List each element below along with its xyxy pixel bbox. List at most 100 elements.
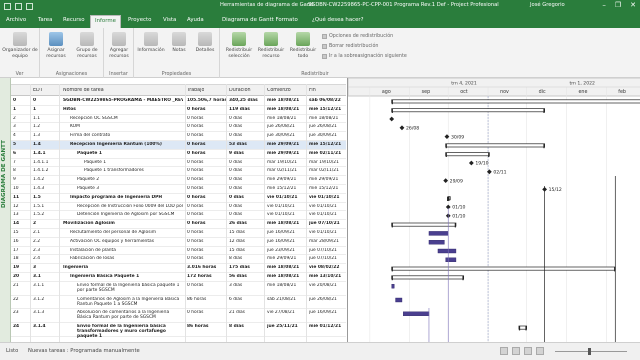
table-row[interactable]: 3 1.2 KOM 0 horas 0 días jue 26/08/21 jue 26/0…	[11, 123, 346, 133]
row-task-name[interactable]: Recepción Ingeniería Rantum (100%)	[70, 142, 183, 147]
row-id[interactable]: 1	[13, 107, 29, 112]
row-finish[interactable]: mié 02/11/21	[309, 151, 346, 156]
row-task-name[interactable]: Envío formal de la Ingeniería básica tra…	[77, 324, 183, 339]
row-finish[interactable]: vie 08/02/22	[309, 265, 346, 270]
resource-pool-button[interactable]: Grupo de recursos	[72, 32, 102, 59]
header-task-name[interactable]: Nombre de tarea	[63, 88, 104, 93]
row-start[interactable]: mié 18/08/21	[267, 274, 307, 279]
row-finish[interactable]: mié 18/08/21	[309, 116, 346, 121]
row-finish[interactable]: mar 28/09/21	[309, 239, 346, 244]
tab-informe[interactable]: Informe	[90, 15, 121, 28]
table-row[interactable]: 17 2.3 Instalación de planta 0 horas 15 días…	[11, 247, 346, 256]
milestone-date-label[interactable]: 29/09	[450, 178, 463, 184]
row-edt[interactable]: 0	[33, 98, 59, 103]
row-finish[interactable]: jue 07/10/21	[309, 256, 346, 261]
row-duration[interactable]: 0 días	[229, 204, 265, 209]
row-id[interactable]: 23	[13, 310, 29, 315]
gantt-summary-bar-start[interactable]	[391, 267, 393, 272]
table-row[interactable]: 2 1.1 Recepción OC SGSCM 0 horas 0 días mié 1…	[11, 115, 346, 124]
table-row[interactable]: 8 1.4.1.2 Paquete 1 transformadores 0 horas…	[11, 167, 346, 177]
row-start[interactable]: jue 16/09/21	[267, 239, 307, 244]
table-row[interactable]: 15 2.1 Reclutamiento del personal de Aglos…	[11, 229, 346, 238]
row-finish[interactable]: jue 26/08/21	[309, 124, 346, 129]
row-start[interactable]: mié 29/09/21	[267, 177, 307, 182]
gantt-summary-bar-start[interactable]	[391, 275, 393, 281]
row-edt[interactable]: 1.4.1.2	[33, 168, 59, 173]
table-row[interactable]: 5 1.4 Recepción Ingeniería Rantum (100%) 0 …	[11, 141, 346, 150]
row-edt[interactable]: 1.4	[33, 142, 59, 147]
row-work[interactable]: 3.016 horas	[187, 265, 227, 270]
row-finish[interactable]: mar 02/11/21	[309, 168, 346, 173]
row-id[interactable]: 16	[13, 239, 29, 244]
gantt-summary-bar-start[interactable]	[445, 143, 447, 149]
row-duration[interactable]: 0 días	[229, 195, 265, 200]
row-work[interactable]: 0 horas	[187, 160, 227, 165]
add-resources-button[interactable]: Agregar recursos	[105, 32, 133, 59]
row-id[interactable]: 3	[13, 124, 29, 129]
gantt-task-bar[interactable]	[395, 297, 403, 303]
row-task-name[interactable]: Reclutamiento del personal de Aglosim	[70, 230, 183, 235]
row-task-name[interactable]: Ingeniería Básica Paquete 1	[70, 274, 183, 279]
row-duration[interactable]: 0 días	[229, 116, 265, 121]
save-icon[interactable]	[4, 3, 11, 10]
header-start[interactable]: Comienzo	[267, 88, 291, 93]
row-id[interactable]: 11	[13, 195, 29, 200]
gantt-milestone[interactable]	[444, 134, 450, 139]
table-row[interactable]: 1 1 Hitos 0 horas 119 días mié 18/08/21 mié 15…	[11, 106, 346, 115]
table-row[interactable]: 0 0 SGDBN-CW2259865-PROGRAMA - MAESTRO _RE…	[11, 97, 346, 106]
row-start[interactable]: mié 18/08/21	[267, 107, 307, 112]
table-row[interactable]: 18 2.4 Fabricación de losas 0 horas 8 días mi…	[11, 255, 346, 265]
row-edt[interactable]: 1.3	[33, 133, 59, 138]
row-work[interactable]: 0 horas	[187, 230, 227, 235]
tab-tarea[interactable]: Tarea	[38, 17, 52, 23]
row-work[interactable]: 0 horas	[187, 310, 227, 315]
row-edt[interactable]: 1.5.2	[33, 212, 59, 217]
row-work[interactable]: 0 horas	[187, 124, 227, 129]
table-row[interactable]: 21 3.1.1 Envío formal de la Ingeniería bás…	[11, 282, 346, 296]
row-id[interactable]: 17	[13, 248, 29, 253]
row-edt[interactable]: 1.1	[33, 116, 59, 121]
row-task-name[interactable]: Paquete 1	[77, 151, 183, 156]
row-start[interactable]: jue 26/08/21	[267, 124, 307, 129]
table-row[interactable]: 12 1.5.1 Recepción de Instrucción Folio 00…	[11, 203, 346, 212]
notes-button[interactable]: Notas	[168, 32, 190, 54]
next-overallocation-button[interactable]: Ir a la sobreasignación siguiente	[322, 54, 407, 59]
row-start[interactable]: jue 30/09/21	[267, 133, 307, 138]
row-work[interactable]: 0 horas	[187, 151, 227, 156]
row-finish[interactable]: sáb 06/08/22	[309, 98, 346, 103]
tab-ayuda[interactable]: Ayuda	[187, 17, 204, 23]
details-button[interactable]: Detalles	[192, 32, 218, 54]
gantt-summary-bar[interactable]	[391, 99, 640, 104]
row-finish[interactable]: mié 29/09/21	[309, 177, 346, 182]
gantt-summary-bar-end[interactable]	[543, 108, 545, 113]
row-work[interactable]: 0 horas	[187, 142, 227, 147]
row-edt[interactable]: 1.4.1.1	[33, 160, 59, 165]
zoom-slider-thumb[interactable]	[588, 348, 591, 355]
row-edt[interactable]: 3.1	[33, 274, 59, 279]
milestone-date-label[interactable]: 02/11	[493, 170, 506, 176]
row-edt[interactable]: 1.2	[33, 124, 59, 129]
row-task-name[interactable]: Paquete 1 transformadores	[84, 168, 183, 173]
row-task-name[interactable]: Paquete 2	[77, 177, 183, 182]
row-task-name[interactable]: Paquete 3	[77, 186, 183, 191]
row-edt[interactable]: 2.1	[33, 230, 59, 235]
row-edt[interactable]: 2	[33, 221, 59, 226]
table-row[interactable]: 23 3.1.3 Absolución de comentarios a la In…	[11, 309, 346, 324]
row-finish[interactable]: mié 15/12/21	[309, 186, 346, 191]
row-start[interactable]: mié 29/09/21	[267, 256, 307, 261]
row-id[interactable]: 6	[13, 151, 29, 156]
gantt-summary-bar-start[interactable]	[391, 108, 393, 113]
row-work[interactable]: 0 horas	[187, 212, 227, 217]
table-row[interactable]: 13 1.5.2 Detención Ingeniería de Aglosim p…	[11, 211, 346, 221]
row-start[interactable]: mar 19/10/21	[267, 160, 307, 165]
status-new-tasks[interactable]: Nuevas tareas : Programada manualmente	[28, 348, 140, 354]
row-duration[interactable]: 175 días	[229, 265, 265, 270]
row-id[interactable]: 8	[13, 168, 29, 173]
row-work[interactable]: 86 horas	[187, 324, 227, 329]
gantt-milestone[interactable]	[399, 125, 405, 131]
row-finish[interactable]: vie 01/10/21	[309, 195, 346, 200]
row-work[interactable]: 0 horas	[187, 168, 227, 173]
row-start[interactable]: vie 01/10/21	[267, 204, 307, 209]
row-task-name[interactable]: Recepción de Instrucción Folio 0009 del …	[77, 204, 183, 209]
close-icon[interactable]: ✕	[630, 1, 636, 9]
